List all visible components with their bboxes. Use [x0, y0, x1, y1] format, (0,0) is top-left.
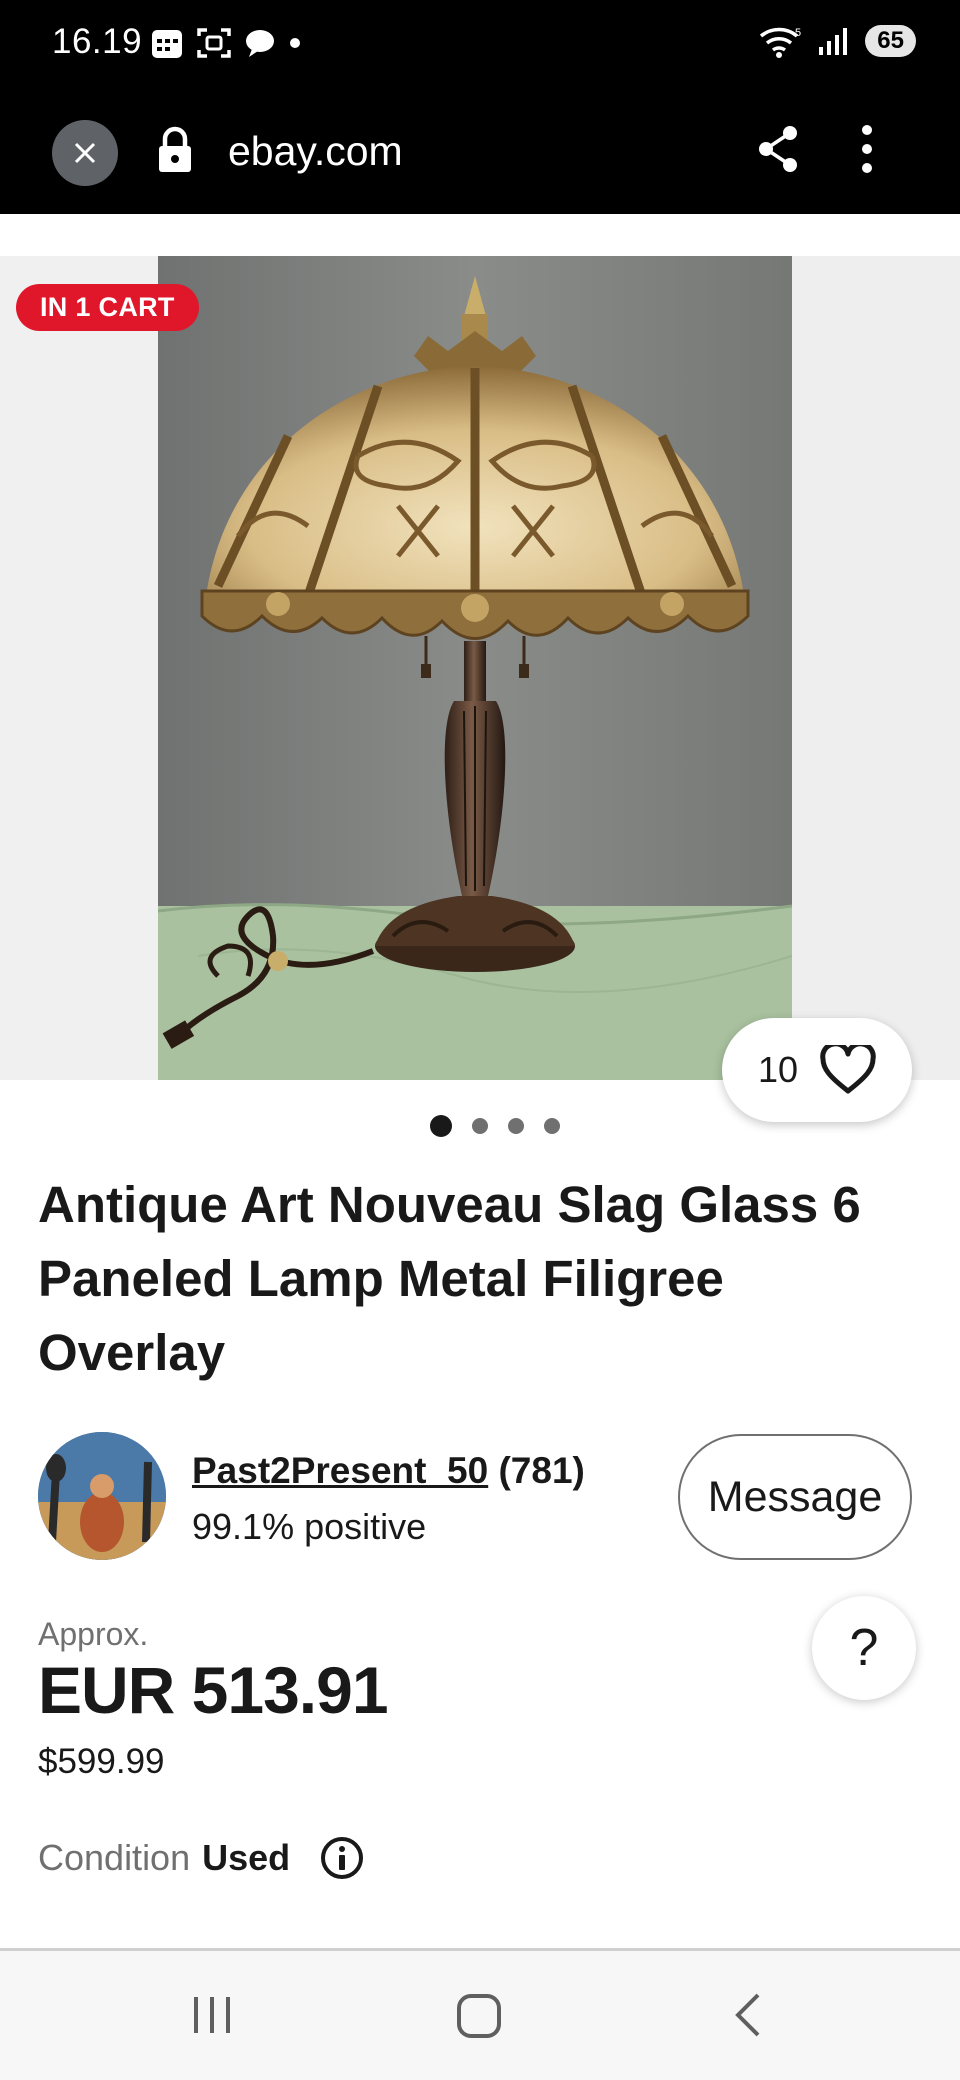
help-button[interactable]: ?	[812, 1596, 916, 1700]
dot-icon	[290, 38, 300, 48]
product-image[interactable]	[158, 256, 792, 1080]
watch-count: 10	[757, 1049, 799, 1090]
seller-rating-count: (781)	[498, 1450, 585, 1491]
calendar-icon	[152, 30, 182, 58]
chat-icon	[246, 30, 274, 57]
svg-text:5: 5	[795, 27, 801, 39]
price-original: $599.99	[38, 1742, 165, 1781]
browser-toolbar: ebay.com	[0, 92, 960, 214]
heart-icon	[820, 1045, 876, 1094]
battery-indicator: 65	[865, 25, 916, 57]
price-converted: EUR 513.91	[38, 1653, 389, 1727]
back-icon[interactable]	[732, 1991, 762, 2039]
gallery-dot[interactable]	[544, 1118, 560, 1134]
close-icon	[74, 142, 96, 164]
more-options-icon[interactable]	[860, 122, 874, 176]
next-image-peek[interactable]	[792, 256, 960, 1080]
lamp-photo	[158, 256, 792, 1080]
close-tab-button[interactable]	[52, 120, 118, 186]
wifi-icon: 5	[760, 27, 801, 58]
gallery-dot[interactable]	[430, 1115, 452, 1137]
in-cart-badge: IN 1 CART	[16, 284, 199, 331]
listing-title: Antique Art Nouveau Slag Glass 6 Paneled…	[38, 1176, 861, 1381]
condition-value: Used	[202, 1837, 291, 1878]
seller-name-link[interactable]: Past2Present_50	[192, 1450, 488, 1491]
gallery-dot[interactable]	[472, 1118, 488, 1134]
message-button[interactable]: Message	[678, 1434, 912, 1560]
gallery-dot[interactable]	[508, 1118, 524, 1134]
image-gallery[interactable]: IN 1 CART 10	[0, 256, 960, 1122]
watch-button[interactable]: 10	[722, 1018, 912, 1122]
info-icon[interactable]	[320, 1836, 364, 1880]
gallery-pagination[interactable]	[0, 1115, 960, 1137]
home-icon[interactable]	[456, 1993, 502, 2039]
recents-icon[interactable]	[190, 1993, 234, 2037]
approx-label: Approx.	[38, 1616, 149, 1652]
condition-label: Condition	[38, 1837, 191, 1878]
status-bar: 16.19 5 65	[0, 0, 960, 92]
url-text[interactable]: ebay.com	[228, 128, 403, 175]
lock-icon	[159, 126, 191, 172]
seller-avatar[interactable]	[38, 1432, 166, 1560]
system-icons: 5 65	[759, 24, 916, 58]
condition-row: Condition Used	[38, 1836, 364, 1880]
notification-icons	[150, 26, 302, 60]
status-time: 16.19	[52, 22, 143, 61]
screenshot-icon	[197, 28, 231, 58]
seller-feedback: 99.1% positive	[192, 1506, 427, 1547]
avatar-image	[38, 1432, 166, 1560]
signal-icon	[819, 28, 848, 55]
share-icon[interactable]	[756, 124, 800, 174]
system-nav-bar	[0, 1951, 960, 2080]
seller-card: Past2Present_50 (781) 99.1% positive Mes…	[38, 1432, 922, 1560]
seller-name-line: Past2Present_50 (781)	[192, 1450, 585, 1492]
